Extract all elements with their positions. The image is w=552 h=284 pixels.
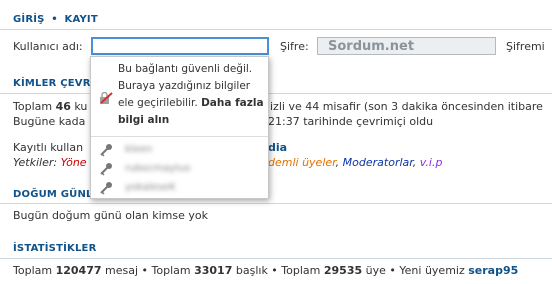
registered-users-text: Kayıtlı kullan — [13, 141, 84, 154]
warning-line-2: Buraya yazdığınız bilgiler — [118, 80, 251, 92]
online-divider — [0, 93, 552, 94]
stats-label-1: Toplam — [13, 264, 53, 277]
password-input[interactable] — [317, 37, 496, 55]
stats-label-6: üye • — [365, 264, 396, 277]
online-count-text-right: izli ve 44 misafir (son 3 dakika öncesin… — [270, 100, 543, 113]
username-label: Kullanıcı adı: — [13, 40, 83, 53]
online-text-1: Toplam — [13, 100, 53, 113]
suggestion-username: yokaleseK — [125, 182, 176, 193]
popup-separator — [91, 136, 268, 137]
stats-label-4: başlık • — [235, 264, 278, 277]
stats-new-member-label: Yeni üyemiz — [399, 264, 465, 277]
autofill-suggestion[interactable]: rubocmayluo — [99, 160, 264, 178]
online-user-link[interactable]: dia — [268, 141, 287, 154]
online-section-title: KİMLER ÇEVRİ — [13, 78, 95, 89]
group-admins[interactable]: Yöne — [61, 156, 87, 169]
password-label: Şifre: — [280, 40, 309, 53]
login-link-header: GİRİŞ • KAYIT — [13, 14, 98, 25]
header-separator: • — [51, 14, 58, 25]
stats-label-2: mesaj • — [105, 264, 149, 277]
birthdays-divider — [0, 203, 552, 204]
group-vip[interactable]: v.i.p — [420, 156, 443, 169]
stats-text: Toplam 120477 mesaj • Toplam 33017 başlı… — [13, 264, 518, 277]
online-count-text: Toplam 46 ku — [13, 100, 87, 113]
remember-me-label[interactable]: Şifremi — [506, 40, 545, 53]
key-icon — [100, 182, 112, 195]
online-guests: 44 — [305, 100, 320, 113]
autofill-popup: Bu bağlantı güvenli değil. Buraya yazdığ… — [90, 56, 269, 199]
online-text-3: izli ve — [270, 100, 302, 113]
username-input[interactable] — [91, 37, 269, 55]
online-minutes: 3 — [391, 100, 399, 113]
online-total: 46 — [55, 100, 71, 113]
group-moderators[interactable]: Moderatorlar — [343, 156, 413, 169]
warning-line-3: ele geçirilebilir. — [118, 97, 198, 109]
newest-member-link[interactable]: serap95 — [468, 264, 518, 277]
suggestion-username: kleen — [125, 144, 153, 155]
online-text-5: dakika öncesinden itibare — [401, 100, 543, 113]
insecure-lock-icon — [100, 92, 113, 104]
online-text-2: ku — [74, 100, 88, 113]
stats-members: 29535 — [323, 264, 363, 277]
autofill-suggestion[interactable]: yokaleseK — [99, 179, 264, 197]
stats-label-5: Toplam — [281, 264, 321, 277]
warning-line-1: Bu bağlantı güvenli değil. — [118, 63, 253, 75]
learn-more-link[interactable]: Daha fazla — [201, 97, 263, 109]
learn-more-link-2[interactable]: bilgi alın — [118, 114, 169, 126]
stats-topics: 33017 — [194, 264, 233, 277]
groups-label: Yetkiler: — [13, 156, 58, 169]
comma-2: , — [412, 156, 417, 169]
record-text-left: Bugüne kada — [13, 115, 86, 128]
header-divider — [0, 29, 552, 30]
autofill-suggestion[interactable]: kleen — [99, 141, 264, 159]
key-icon — [100, 144, 112, 157]
stats-label-3: Toplam — [151, 264, 191, 277]
register-link[interactable]: KAYIT — [65, 14, 98, 25]
key-icon — [100, 163, 112, 176]
groups-legend-right: demli üyeler, Moderatorlar, v.i.p — [268, 156, 442, 169]
stats-section-title: İSTATİSTİKLER — [13, 243, 97, 254]
stats-messages: 120477 — [55, 264, 102, 277]
online-text-4: misafir (son — [322, 100, 388, 113]
stats-divider — [0, 258, 552, 259]
birthdays-text: Bugün doğum günü olan kimse yok — [13, 209, 208, 222]
record-text-right: 21:37 tarihinde çevrimiçi oldu — [268, 115, 434, 128]
suggestion-username: rubocmayluo — [125, 163, 191, 174]
comma-1: , — [335, 156, 340, 169]
groups-legend-left: Yetkiler: Yöne — [13, 156, 87, 169]
group-senior-members[interactable]: demli üyeler — [268, 156, 336, 169]
login-link[interactable]: GİRİŞ — [13, 14, 45, 25]
insecure-warning: Bu bağlantı güvenli değil. Buraya yazdığ… — [118, 61, 264, 129]
